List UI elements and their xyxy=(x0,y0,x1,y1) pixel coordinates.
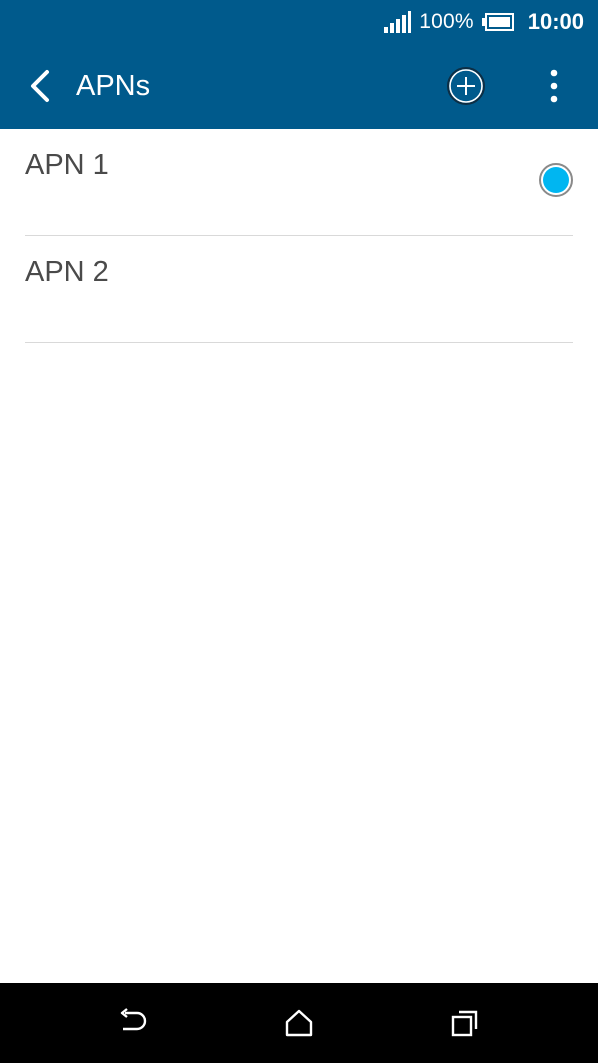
apn-name: APN 2 xyxy=(25,256,109,288)
app-bar: APNs xyxy=(0,44,598,129)
nav-back-button[interactable] xyxy=(113,1003,153,1043)
back-button[interactable] xyxy=(18,64,62,108)
apn-list-item-1[interactable]: APN 1 xyxy=(25,129,573,236)
more-options-button[interactable] xyxy=(534,64,574,108)
recent-apps-icon xyxy=(451,1010,478,1037)
radio-selected-dot xyxy=(543,167,569,193)
clock: 10:00 xyxy=(527,9,584,34)
status-bar: 100% 10:00 xyxy=(0,0,598,44)
apn-name: APN 1 xyxy=(25,149,109,181)
apn-radio-selected[interactable] xyxy=(539,163,573,197)
battery-percent: 100% xyxy=(419,10,474,33)
nav-recent-apps-button[interactable] xyxy=(445,1003,485,1043)
overflow-menu-icon xyxy=(550,69,558,103)
add-circle-icon xyxy=(447,67,485,105)
home-icon xyxy=(285,1009,313,1037)
apn-list-item-2[interactable]: APN 2 xyxy=(25,236,573,343)
battery-icon xyxy=(481,13,514,31)
signal-icon xyxy=(384,11,412,33)
page-title: APNs xyxy=(76,70,151,102)
navigation-bar xyxy=(0,983,598,1063)
back-icon xyxy=(120,1008,147,1031)
back-arrow-icon xyxy=(31,70,49,102)
add-apn-button[interactable] xyxy=(444,64,488,108)
apn-list: APN 1 APN 2 xyxy=(25,129,573,343)
nav-home-button[interactable] xyxy=(279,1003,319,1043)
status-indicators: 100% 10:00 xyxy=(383,0,584,44)
